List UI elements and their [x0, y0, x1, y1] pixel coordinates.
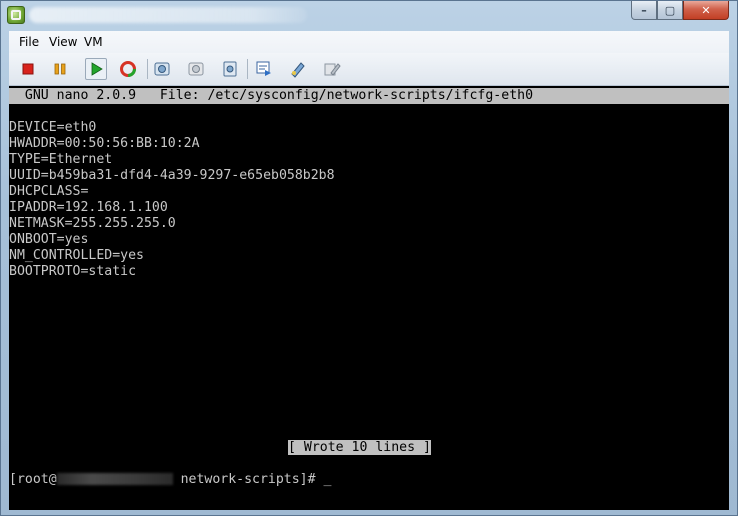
pause-button[interactable]	[49, 58, 71, 80]
snapshot-revert-icon	[188, 62, 204, 76]
take-snapshot-button[interactable]	[151, 58, 173, 80]
maximize-icon: ▢	[664, 3, 676, 17]
pause-icon	[54, 63, 66, 75]
minimize-icon: –	[641, 3, 647, 17]
vm-settings-button[interactable]	[287, 58, 309, 80]
file-line: TYPE=Ethernet	[9, 152, 113, 167]
vm-settings-icon	[291, 62, 305, 78]
nano-header-bar: GNU nano 2.0.9 File: /etc/sysconfig/netw…	[9, 88, 729, 104]
title-bar[interactable]: – ▢ ✕	[1, 1, 737, 29]
status-message-text: [ Wrote 10 lines ]	[288, 440, 431, 455]
shell-prompt: [root@ network-scripts]# _	[9, 472, 331, 488]
prompt-prefix: [root@	[9, 472, 57, 487]
file-line: IPADDR=192.168.1.100	[9, 200, 168, 215]
menu-vm[interactable]: VM	[84, 35, 103, 49]
toolbar-separator	[247, 59, 248, 79]
snapshot-manager-icon	[223, 61, 237, 77]
file-line: DEVICE=eth0	[9, 120, 97, 135]
file-line: HWADDR=00:50:56:BB:10:2A	[9, 136, 200, 151]
vsphere-app-icon	[7, 6, 25, 24]
minimize-button[interactable]: –	[631, 1, 657, 20]
power-off-icon	[22, 63, 34, 75]
vm-console-window: – ▢ ✕ File View VM GNU nano 2.0.9 File: …	[0, 0, 738, 516]
close-button[interactable]: ✕	[683, 1, 729, 20]
vm-console-screen[interactable]: GNU nano 2.0.9 File: /etc/sysconfig/netw…	[9, 86, 729, 510]
file-line: NM_CONTROLLED=yes	[9, 248, 144, 263]
cursor: _	[323, 472, 332, 487]
snapshot-manager-button[interactable]	[219, 58, 241, 80]
reset-icon	[120, 61, 136, 77]
power-on-button[interactable]	[85, 58, 107, 80]
reset-button[interactable]	[117, 58, 139, 80]
close-icon: ✕	[701, 3, 711, 17]
edit-settings-button[interactable]	[321, 58, 343, 80]
snapshot-take-icon	[154, 62, 170, 76]
toolbar	[9, 53, 729, 86]
toolbar-separator	[147, 59, 148, 79]
prompt-suffix: network-scripts]#	[172, 472, 324, 487]
play-icon	[91, 62, 103, 76]
file-line: NETMASK=255.255.255.0	[9, 216, 176, 231]
console-view-button[interactable]	[253, 58, 275, 80]
console-view-icon	[256, 61, 271, 76]
status-message: [ Wrote 10 lines ]	[288, 440, 431, 456]
hostname-redacted	[56, 473, 173, 485]
window-controls: – ▢ ✕	[631, 1, 729, 21]
menu-file[interactable]: File	[19, 35, 39, 49]
maximize-button[interactable]: ▢	[657, 1, 683, 20]
menu-view[interactable]: View	[49, 35, 77, 49]
menu-bar: File View VM	[9, 31, 729, 53]
file-line: ONBOOT=yes	[9, 232, 89, 247]
window-title-redacted	[29, 7, 307, 23]
file-line: BOOTPROTO=static	[9, 264, 137, 279]
file-line: DHCPCLASS=	[9, 184, 89, 199]
edit-settings-icon	[324, 63, 341, 76]
revert-snapshot-button[interactable]	[185, 58, 207, 80]
file-line: UUID=b459ba31-dfd4-4a39-9297-e65eb058b2b…	[9, 168, 335, 183]
power-off-button[interactable]	[17, 58, 39, 80]
